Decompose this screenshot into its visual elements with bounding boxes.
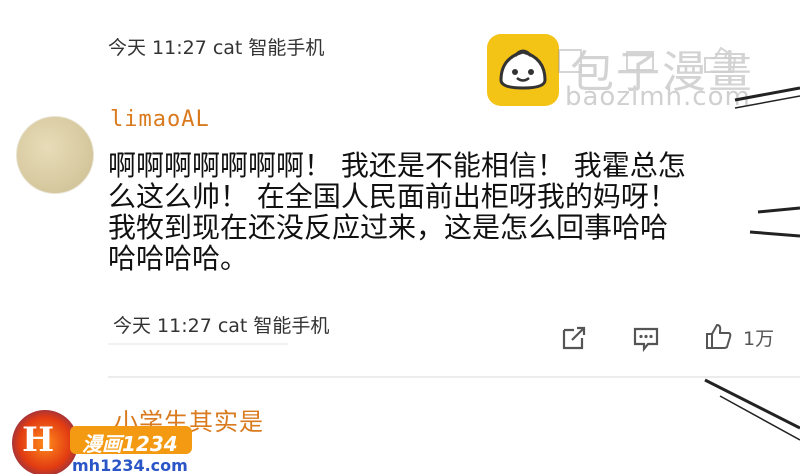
- share-icon[interactable]: [558, 322, 590, 354]
- like-icon[interactable]: [702, 320, 734, 352]
- site-logo-url[interactable]: mh1234.com: [72, 456, 188, 474]
- comment-divider: [108, 376, 800, 378]
- comment-line: 么这么帅！ 在全国人民面前出柜呀我的妈呀！: [108, 180, 677, 213]
- site-logo-badge-text: 漫画1234: [82, 432, 178, 456]
- comment-line: 哈哈哈哈。: [108, 242, 249, 275]
- previous-comment-cut-text: [110, 0, 610, 10]
- comment-line: 啊啊啊啊啊啊啊！ 我还是不能相信！ 我霍总怎: [108, 149, 686, 182]
- site-logo[interactable]: H 漫画1234 mh1234.com: [12, 408, 212, 474]
- comment-line: 我牧到现在还没反应过来，这是怎么回事哈哈: [108, 211, 669, 244]
- avatar[interactable]: [16, 116, 94, 194]
- comment-meta: 今天 11:27 cat 智能手机: [108, 37, 325, 59]
- comment-icon[interactable]: [630, 322, 662, 354]
- watermark-url: baozimh.com: [565, 82, 751, 112]
- comment-body: 啊啊啊啊啊啊啊！ 我还是不能相信！ 我霍总怎 么这么帅！ 在全国人民面前出柜呀我…: [108, 150, 748, 274]
- faint-divider: [108, 343, 288, 345]
- site-logo-letter-icon: H: [22, 420, 55, 460]
- comment-username[interactable]: limaoAL: [110, 107, 210, 132]
- watermark-logo-icon: [487, 34, 559, 106]
- like-count: 1万: [743, 328, 775, 350]
- comment-meta: 今天 11:27 cat 智能手机: [113, 315, 330, 337]
